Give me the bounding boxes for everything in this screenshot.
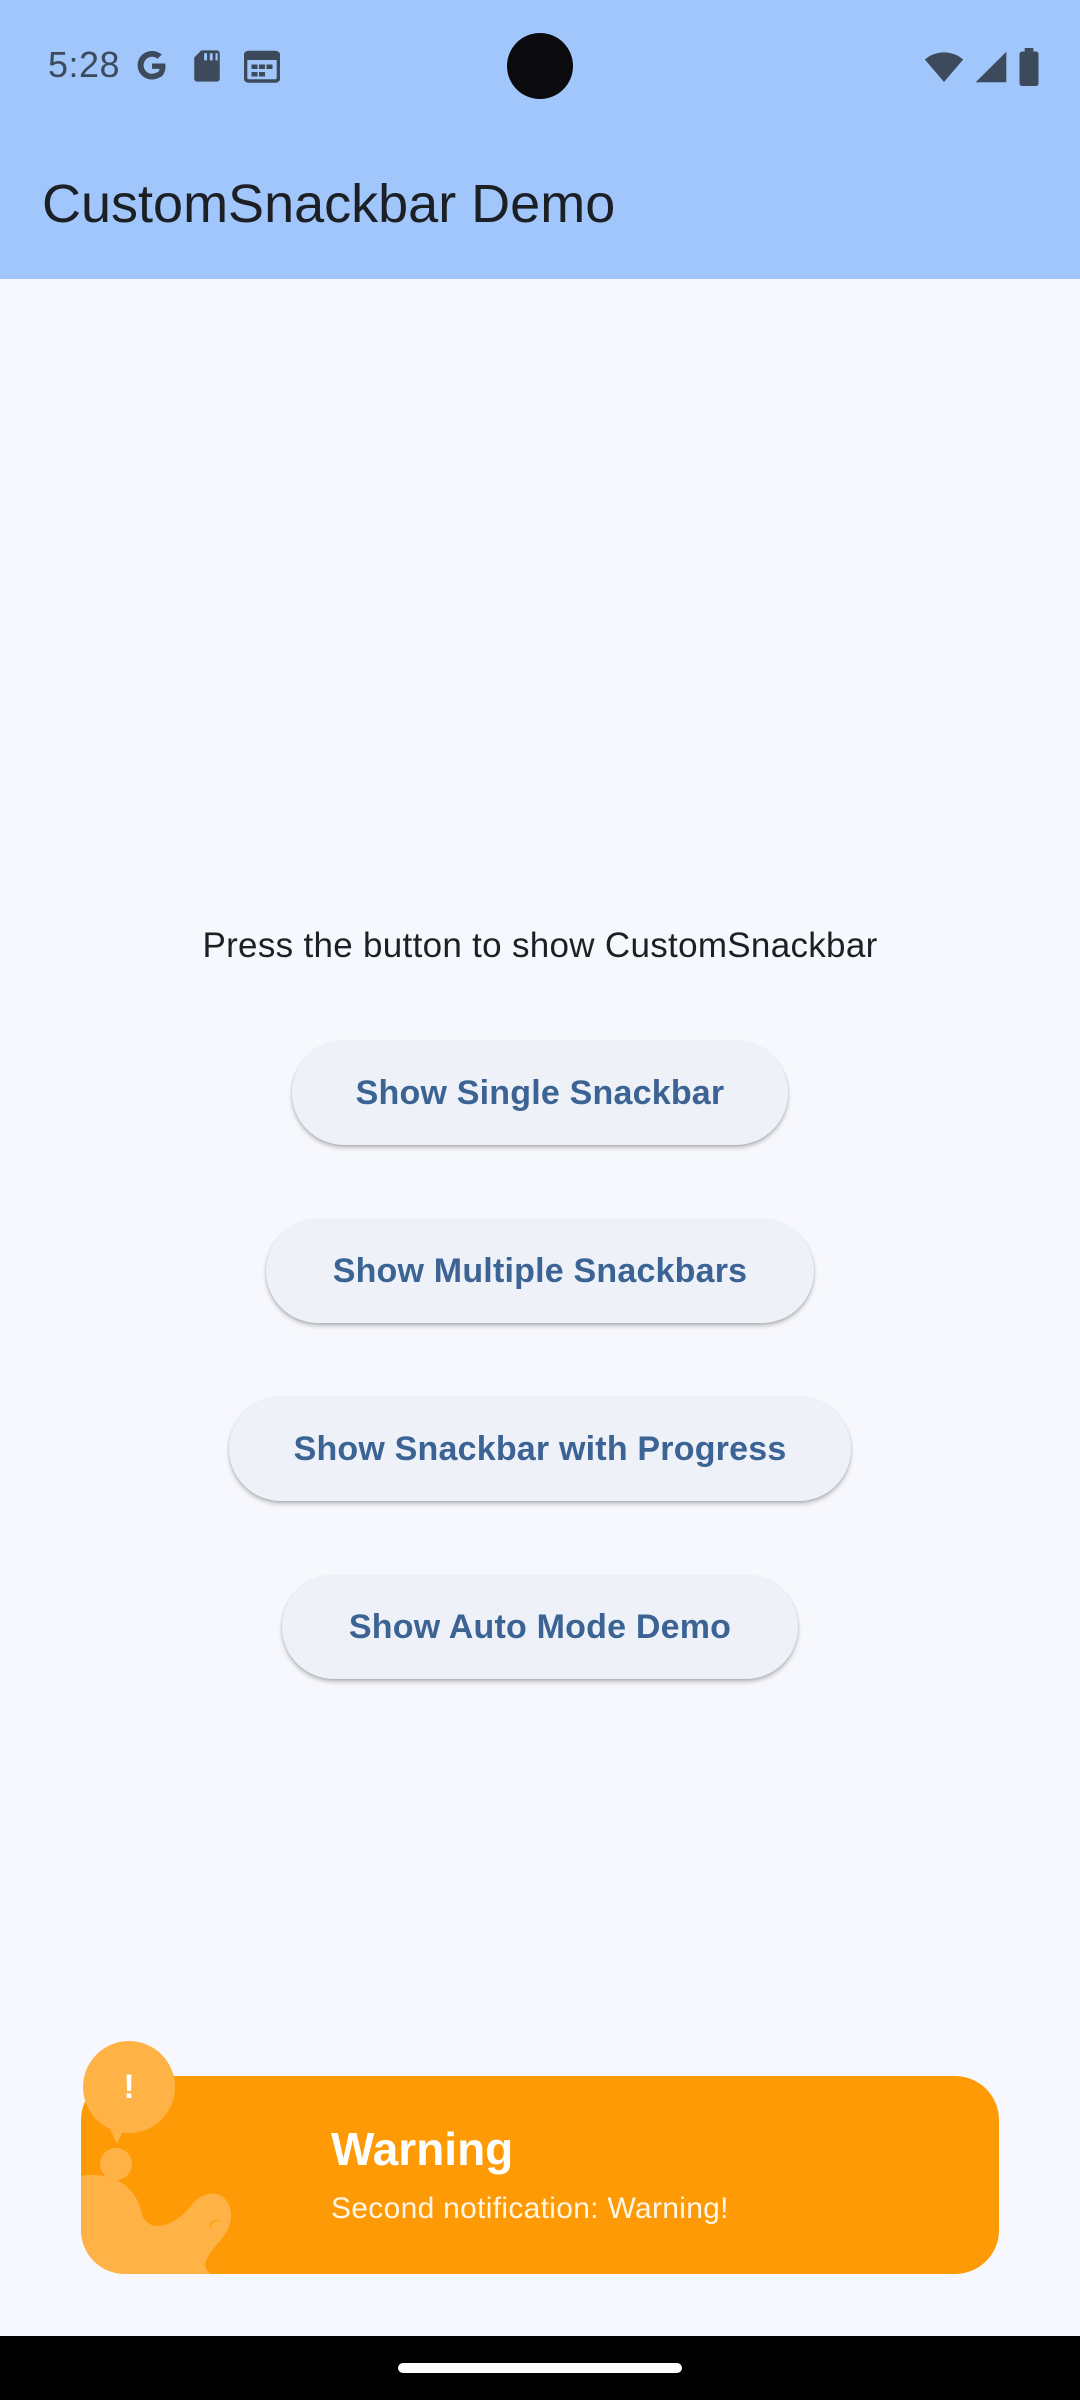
warning-bubble-tail: [103, 2114, 131, 2144]
status-time: 5:28: [48, 44, 121, 85]
status-icons-left: [134, 48, 281, 89]
google-icon: [134, 48, 170, 89]
page-title: CustomSnackbar Demo: [42, 174, 616, 234]
sd-card-icon: [192, 49, 222, 88]
snackbar-title: Warning: [331, 2123, 514, 2175]
calendar-icon: [243, 49, 281, 88]
wifi-icon: [924, 50, 964, 89]
show-single-snackbar-button[interactable]: Show Single Snackbar: [292, 1041, 788, 1145]
camera-cutout: [507, 33, 573, 99]
show-auto-mode-demo-button[interactable]: Show Auto Mode Demo: [282, 1575, 798, 1679]
snackbar-badge-symbol: !: [123, 2067, 135, 2106]
home-gesture-handle[interactable]: [398, 2363, 682, 2373]
snackbar-message: Second notification: Warning!: [331, 2192, 729, 2225]
show-snackbar-with-progress-button[interactable]: Show Snackbar with Progress: [229, 1397, 851, 1501]
show-multiple-snackbars-button[interactable]: Show Multiple Snackbars: [266, 1219, 814, 1323]
warning-snackbar[interactable]: Warning Second notification: Warning!: [81, 2076, 999, 2274]
instruction-text: Press the button to show CustomSnackbar: [202, 926, 878, 965]
battery-icon: [1018, 48, 1040, 91]
splash-dot: [211, 2221, 223, 2233]
navigation-bar: [0, 2336, 1080, 2400]
cellular-signal-icon: [974, 50, 1008, 89]
app-bar: 5:28 CustomSnackbar Demo: [0, 0, 1080, 279]
status-icons-right: [924, 48, 1040, 91]
